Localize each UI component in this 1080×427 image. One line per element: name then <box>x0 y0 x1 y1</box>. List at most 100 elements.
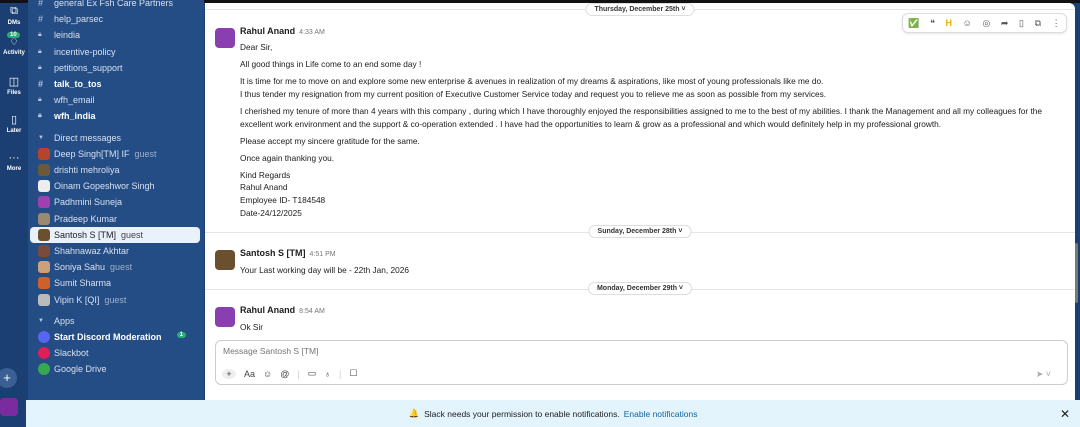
sidebar-dm[interactable]: Padhmini Suneja <box>38 194 198 210</box>
sidebar-dm[interactable]: Deep Singh[TM] IF guest <box>38 146 198 162</box>
bookmark-icon[interactable]: ▯ <box>1019 18 1024 29</box>
emoji-reaction-icon[interactable]: ☺ <box>963 18 972 28</box>
message-line: Date-24/12/2025 <box>240 208 302 218</box>
author-avatar[interactable] <box>215 28 235 48</box>
lock-icon: 🔒︎ <box>38 96 42 104</box>
unread-badge: 1 <box>176 332 186 338</box>
message-author[interactable]: Rahul Anand 4:33 AM <box>240 26 325 36</box>
message-author[interactable]: Santosh S [TM] 4:51 PM <box>240 248 336 258</box>
apps-section-header[interactable]: ▼ Apps <box>38 313 198 329</box>
avatar <box>38 212 50 225</box>
message-line: Once again thanking you. <box>240 153 335 163</box>
more-icon: ··· <box>8 152 20 164</box>
message-author[interactable]: Rahul Anand 8:54 AM <box>240 305 325 315</box>
files-icon: ◫ <box>8 76 20 88</box>
sidebar-app[interactable]: Slackbot <box>38 345 198 361</box>
sidebar-dm[interactable]: drishti mehroliya <box>38 162 198 178</box>
sidebar-channel[interactable]: # talk_to_tos <box>38 76 198 92</box>
message-line: Your Last working day will be - 22th Jan… <box>240 265 409 275</box>
app-icon <box>38 363 50 376</box>
sidebar-channel[interactable]: # help_parsec <box>38 11 198 27</box>
sidebar-channel[interactable]: 🔒︎ wfh_email <box>38 92 198 108</box>
nav-rail: ⧉ DMs ♢ Activity 10 ◫ Files ▯ Later ··· More + <box>0 3 28 400</box>
rail-files[interactable]: ◫ Files <box>0 75 28 96</box>
lock-icon: 🔒︎ <box>38 47 42 55</box>
sidebar-channel[interactable]: 🔒︎ incentive-policy <box>38 44 198 60</box>
sidebar-channel[interactable]: 🔒︎ petitions_support <box>38 60 198 76</box>
author-avatar[interactable] <box>215 250 235 270</box>
message-composer: + Aa ☺ @ | ▭ ♁ | ☐ ➤ ˅ <box>215 340 1068 385</box>
send-icon[interactable]: ➤ ˅ <box>1036 369 1051 380</box>
message-time[interactable]: 4:51 PM <box>310 251 336 258</box>
emoji-icon[interactable]: ☺ <box>263 369 272 379</box>
rail-later[interactable]: ▯ Later <box>0 113 28 134</box>
sidebar-channel[interactable]: # general Ex Fsh Care Partners <box>38 0 198 11</box>
avatar <box>38 164 50 176</box>
highlight-icon[interactable]: H <box>946 18 953 28</box>
message-line: All good things in Life come to an end s… <box>240 59 422 69</box>
avatar <box>38 245 50 257</box>
close-icon[interactable]: ✕ <box>1060 407 1070 421</box>
rail-more[interactable]: ··· More <box>0 152 28 172</box>
message-line: Kind Regards <box>240 170 291 180</box>
chat-bubbles-icon: ⧉ <box>10 5 18 17</box>
notification-banner: 🔔 Slack needs your permission to enable … <box>26 400 1080 427</box>
message-line: Employee ID- T184548 <box>240 195 326 205</box>
date-pill[interactable]: Sunday, December 28th ˅ <box>588 225 692 238</box>
copy-icon[interactable]: ⧉ <box>1035 18 1041 29</box>
date-pill[interactable]: Monday, December 29th ˅ <box>587 282 693 295</box>
format-button[interactable]: Aa <box>244 369 255 379</box>
avatar <box>38 228 50 241</box>
plus-icon[interactable]: + <box>222 368 236 379</box>
slash-command-icon[interactable]: ☐ <box>349 368 357 379</box>
sidebar-dm[interactable]: Vipin K [QI] guest <box>38 292 198 308</box>
author-avatar[interactable] <box>215 307 235 327</box>
message-actions: ✅ ❝ H ☺ ◎ ➦ ▯ ⧉ ⋮ <box>902 13 1067 33</box>
avatar <box>38 261 50 274</box>
sidebar-channel[interactable]: 🔒︎ wfh_india <box>38 108 198 124</box>
user-avatar[interactable] <box>0 398 18 416</box>
hash-icon: # <box>38 0 44 8</box>
sidebar-dm[interactable]: Soniya Sahu guest <box>38 259 198 275</box>
rail-dms[interactable]: ⧉ DMs <box>0 5 28 26</box>
lock-icon: 🔒︎ <box>38 63 42 71</box>
sidebar-dm[interactable]: Oinam Gopeshwor Singh <box>38 178 198 194</box>
hash-icon: # <box>38 79 44 89</box>
sidebar-app[interactable]: Google Drive <box>38 361 198 377</box>
message-line: Please accept my sincere gratitude for t… <box>240 136 420 146</box>
sidebar-dm[interactable]: Santosh S [TM] guest <box>30 226 200 243</box>
app-icon <box>38 347 50 360</box>
message-line: excellent work environment and the suppo… <box>240 119 942 129</box>
message-input[interactable] <box>223 346 823 356</box>
sidebar-dm[interactable]: Shahnawaz Akhtar <box>38 243 198 259</box>
message-line: I thus tender my resignation from my cur… <box>240 89 827 99</box>
date-pill[interactable]: Thursday, December 25th ˅ <box>585 3 695 16</box>
add-workspace-button[interactable]: + <box>0 368 17 388</box>
conversation: Thursday, December 25th ˅ ✅ ❝ H ☺ ◎ ➦ ▯ … <box>205 3 1075 400</box>
forward-icon[interactable]: ➦ <box>1001 18 1009 29</box>
message-line: I cherished my tenure of more than 4 yea… <box>240 106 1043 116</box>
reply-thread-icon[interactable]: ◎ <box>982 18 990 29</box>
sidebar-app[interactable]: Start Discord Moderation 1 <box>38 329 198 345</box>
checkmark-icon[interactable]: ✅ <box>908 18 919 29</box>
avatar <box>38 147 50 160</box>
enable-notifications-link[interactable]: Enable notifications <box>624 409 698 419</box>
more-actions-icon[interactable]: ⋮ <box>1052 18 1061 29</box>
mention-icon[interactable]: @ <box>280 369 289 379</box>
quote-icon[interactable]: ❝ <box>930 18 935 29</box>
sidebar-dm[interactable]: Sumit Sharma <box>38 275 198 291</box>
sidebar-channel[interactable]: 🔒︎ leindia <box>38 27 198 43</box>
rail-activity[interactable]: ♢ Activity 10 <box>0 32 28 56</box>
app-icon <box>38 331 50 343</box>
video-icon[interactable]: ▭ <box>308 368 317 379</box>
message-line: Rahul Anand <box>240 182 288 192</box>
hash-icon: # <box>38 14 44 25</box>
message-time[interactable]: 8:54 AM <box>299 308 325 315</box>
bell-icon: 🔔 <box>408 408 420 418</box>
microphone-icon[interactable]: ♁ <box>324 369 331 379</box>
sidebar-dm[interactable]: Pradeep Kumar <box>38 211 198 227</box>
bookmark-icon: ▯ <box>10 114 18 126</box>
scrollbar[interactable] <box>1075 3 1080 400</box>
dm-section-header[interactable]: ▼ Direct messages <box>38 130 198 146</box>
message-time[interactable]: 4:33 AM <box>299 29 325 36</box>
